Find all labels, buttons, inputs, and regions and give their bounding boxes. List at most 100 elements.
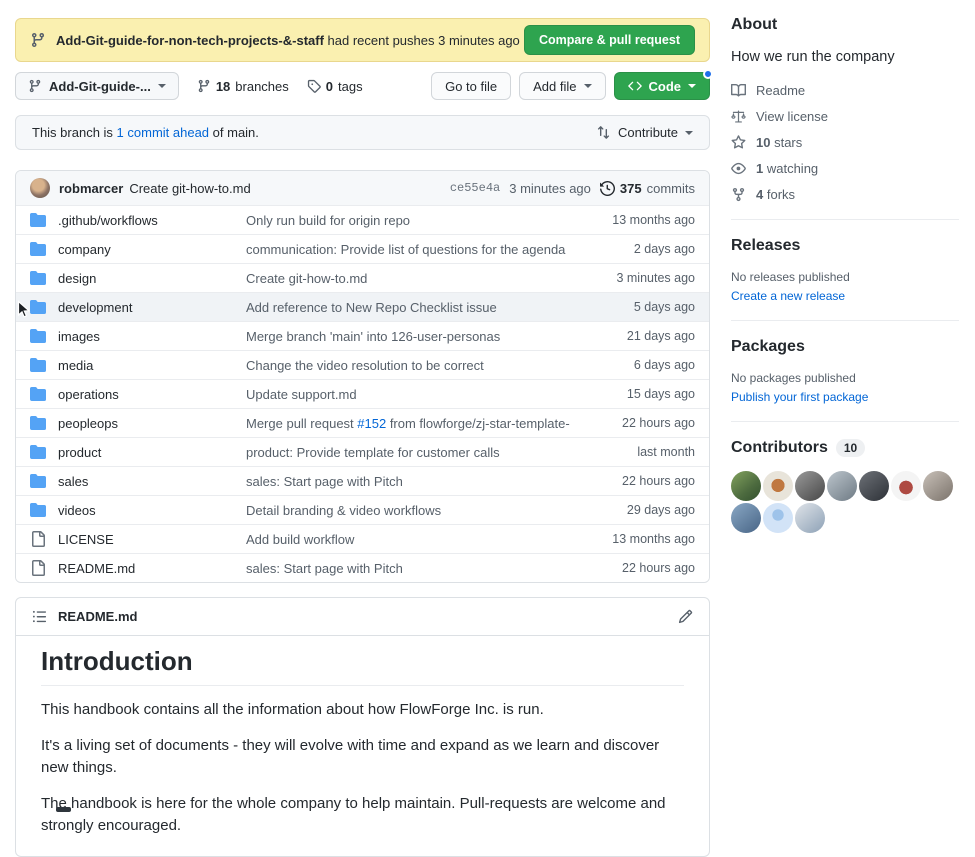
file-name[interactable]: development — [58, 300, 246, 315]
author-avatar[interactable] — [30, 178, 50, 198]
folder-icon — [30, 270, 46, 286]
file-commit-message[interactable]: Merge branch 'main' into 126-user-person… — [246, 329, 570, 344]
about-item-watching[interactable]: 1 watching — [731, 161, 959, 176]
file-row[interactable]: .github/workflowsOnly run build for orig… — [16, 205, 709, 234]
about-item-readme[interactable]: Readme — [731, 83, 959, 98]
clipped-content-fragment — [56, 807, 71, 812]
file-commit-message[interactable]: Add reference to New Repo Checklist issu… — [246, 300, 570, 315]
contributor-avatar[interactable] — [731, 471, 761, 501]
code-button[interactable]: Code — [614, 72, 711, 100]
folder-icon — [30, 328, 46, 344]
commit-sha[interactable]: ce55e4a — [450, 181, 500, 195]
branch-selector-button[interactable]: Add-Git-guide-... — [15, 72, 179, 100]
file-row[interactable]: productproduct: Provide template for cus… — [16, 437, 709, 466]
git-branch-icon — [28, 79, 42, 93]
folder-icon — [30, 299, 46, 315]
file-commit-message[interactable]: Change the video resolution to be correc… — [246, 358, 570, 373]
file-commit-message[interactable]: sales: Start page with Pitch — [246, 474, 570, 489]
file-commit-message[interactable]: sales: Start page with Pitch — [246, 561, 570, 576]
file-commit-message[interactable]: communication: Provide list of questions… — [246, 242, 570, 257]
compare-pull-request-button[interactable]: Compare & pull request — [524, 25, 695, 55]
commit-author[interactable]: robmarcer — [59, 181, 123, 196]
about-item-text: Readme — [756, 83, 805, 98]
edit-pencil-icon[interactable] — [678, 609, 693, 624]
file-name[interactable]: README.md — [58, 561, 246, 576]
file-name[interactable]: sales — [58, 474, 246, 489]
about-item-forks[interactable]: 4 forks — [731, 187, 959, 202]
file-row[interactable]: LICENSEAdd build workflow13 months ago — [16, 524, 709, 553]
file-commit-message[interactable]: Only run build for origin repo — [246, 213, 570, 228]
chevron-down-icon — [158, 84, 166, 88]
issue-link[interactable]: #152 — [357, 416, 386, 431]
contributor-avatar[interactable] — [763, 471, 793, 501]
about-item-stars[interactable]: 10 stars — [731, 135, 959, 150]
file-commit-message[interactable]: product: Provide template for customer c… — [246, 445, 570, 460]
contributor-avatar[interactable] — [731, 503, 761, 533]
tags-label: tags — [338, 79, 363, 94]
latest-commit-message[interactable]: Create git-how-to.md — [129, 181, 250, 196]
contributor-avatar[interactable] — [795, 503, 825, 533]
file-name[interactable]: product — [58, 445, 246, 460]
file-row[interactable]: salessales: Start page with Pitch22 hour… — [16, 466, 709, 495]
commits-count: 375 — [620, 181, 642, 196]
readme-paragraph: The handbook is here for the whole compa… — [41, 793, 684, 838]
file-row[interactable]: developmentAdd reference to New Repo Che… — [16, 292, 709, 321]
go-to-file-button[interactable]: Go to file — [431, 72, 511, 100]
contributor-avatar[interactable] — [795, 471, 825, 501]
about-item-text: View license — [756, 109, 828, 124]
file-name[interactable]: LICENSE — [58, 532, 246, 547]
publish-package-link[interactable]: Publish your first package — [731, 390, 868, 404]
file-commit-time: 13 months ago — [570, 532, 695, 546]
about-item-view-license[interactable]: View license — [731, 109, 959, 124]
releases-empty-text: No releases published — [731, 270, 959, 284]
file-commit-message[interactable]: Detail branding & video workflows — [246, 503, 570, 518]
about-description: How we run the company — [731, 49, 959, 65]
tags-link[interactable]: 0 tags — [307, 79, 363, 94]
contributor-avatar[interactable] — [891, 471, 921, 501]
tag-icon — [307, 79, 321, 93]
file-row[interactable]: companycommunication: Provide list of qu… — [16, 234, 709, 263]
file-row[interactable]: videosDetail branding & video workflows2… — [16, 495, 709, 524]
repo-toolbar: Add-Git-guide-... 18 branches 0 tags Go … — [15, 72, 710, 100]
file-name[interactable]: peopleops — [58, 416, 246, 431]
file-commit-time: 29 days ago — [570, 503, 695, 517]
contributors-count-badge: 10 — [836, 439, 865, 457]
file-row[interactable]: peopleopsMerge pull request #152 from fl… — [16, 408, 709, 437]
banner-branch-name: Add-Git-guide-for-non-tech-projects-&-st… — [56, 33, 324, 48]
create-release-link[interactable]: Create a new release — [731, 289, 845, 303]
contributor-avatar[interactable] — [827, 471, 857, 501]
file-commit-message[interactable]: Add build workflow — [246, 532, 570, 547]
branches-link[interactable]: 18 branches — [197, 79, 289, 94]
file-commit-time: 6 days ago — [570, 358, 695, 372]
file-row[interactable]: imagesMerge branch 'main' into 126-user-… — [16, 321, 709, 350]
add-file-button[interactable]: Add file — [519, 72, 605, 100]
file-name[interactable]: design — [58, 271, 246, 286]
list-icon — [32, 609, 47, 624]
commit-ahead-link[interactable]: 1 commit ahead — [117, 125, 210, 140]
contribute-button[interactable]: Contribute — [596, 125, 693, 140]
about-item-text: 1 watching — [756, 161, 818, 176]
file-row[interactable]: mediaChange the video resolution to be c… — [16, 350, 709, 379]
git-branch-icon — [197, 79, 211, 93]
file-row[interactable]: README.mdsales: Start page with Pitch22 … — [16, 553, 709, 582]
file-commit-message[interactable]: Create git-how-to.md — [246, 271, 570, 286]
file-commit-message[interactable]: Merge pull request #152 from flowforge/z… — [246, 416, 570, 431]
contributor-avatar[interactable] — [859, 471, 889, 501]
file-name[interactable]: videos — [58, 503, 246, 518]
file-row[interactable]: designCreate git-how-to.md3 minutes ago — [16, 263, 709, 292]
file-commit-message[interactable]: Update support.md — [246, 387, 570, 402]
file-name[interactable]: .github/workflows — [58, 213, 246, 228]
file-row[interactable]: operationsUpdate support.md15 days ago — [16, 379, 709, 408]
file-name[interactable]: images — [58, 329, 246, 344]
repo-sidebar: About How we run the company ReadmeView … — [731, 8, 959, 533]
file-name[interactable]: media — [58, 358, 246, 373]
about-items: Readme View license 10 stars 1 watching 4 fo… — [731, 83, 959, 202]
divider — [731, 421, 959, 422]
contributors-header: Contributors 10 — [731, 439, 959, 457]
file-name[interactable]: company — [58, 242, 246, 257]
file-name[interactable]: operations — [58, 387, 246, 402]
commits-history-link[interactable]: 375 commits — [600, 181, 695, 196]
contributor-avatar[interactable] — [923, 471, 953, 501]
law-icon — [731, 109, 746, 124]
contributor-avatar[interactable] — [763, 503, 793, 533]
